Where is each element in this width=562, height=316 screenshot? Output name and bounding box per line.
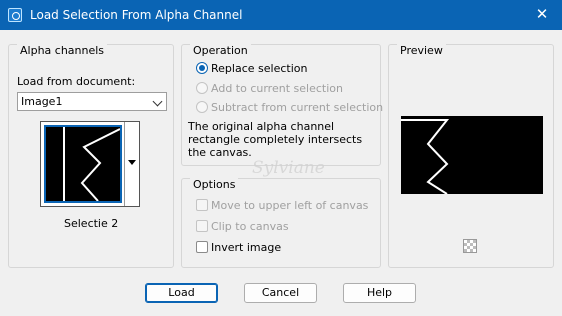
cancel-button[interactable]: Cancel [244, 283, 317, 303]
load-button[interactable]: Load [145, 283, 218, 303]
channel-thumbnail [44, 125, 122, 203]
move-label[interactable]: Move to upper left of canvas [211, 199, 368, 212]
invert-checkbox[interactable] [196, 241, 208, 253]
close-icon[interactable]: ✕ [532, 4, 552, 24]
document-select[interactable]: Image1 [17, 92, 167, 111]
checkerboard-icon[interactable] [463, 239, 477, 253]
clip-label[interactable]: Clip to canvas [211, 220, 289, 233]
channel-preview-image [46, 127, 120, 201]
preview-group: Preview [388, 44, 554, 268]
invert-label[interactable]: Invert image [211, 241, 281, 254]
options-group: Options Move to upper left of canvas Cli… [181, 178, 381, 268]
title-bar: Load Selection From Alpha Channel ✕ [0, 0, 562, 30]
move-checkbox[interactable] [196, 199, 208, 211]
add-label[interactable]: Add to current selection [211, 82, 343, 95]
alpha-channels-title: Alpha channels [17, 44, 108, 57]
subtract-radio[interactable] [196, 101, 208, 113]
help-button[interactable]: Help [343, 283, 416, 303]
triangle-down-icon [128, 160, 136, 165]
alpha-channels-group: Alpha channels Load from document: Image… [8, 44, 174, 268]
operation-title: Operation [190, 44, 251, 57]
app-icon [8, 8, 22, 22]
channel-thumbnail-button[interactable] [40, 121, 140, 207]
document-value: Image1 [21, 95, 63, 108]
replace-radio[interactable] [196, 62, 208, 74]
preview-title: Preview [397, 44, 446, 57]
window-title: Load Selection From Alpha Channel [30, 8, 243, 22]
channel-dropdown-arrow[interactable] [124, 122, 139, 206]
add-radio[interactable] [196, 82, 208, 94]
preview-image [401, 116, 543, 194]
load-from-label: Load from document: [17, 75, 136, 88]
chevron-down-icon [152, 96, 163, 107]
operation-group: Operation Replace selection Add to curre… [181, 44, 383, 166]
channel-name: Selectie 2 [64, 217, 119, 230]
replace-label[interactable]: Replace selection [211, 62, 307, 75]
options-title: Options [190, 178, 239, 191]
clip-checkbox[interactable] [196, 220, 208, 232]
subtract-label[interactable]: Subtract from current selection [211, 101, 383, 114]
operation-message: The original alpha channel rectangle com… [188, 120, 363, 159]
